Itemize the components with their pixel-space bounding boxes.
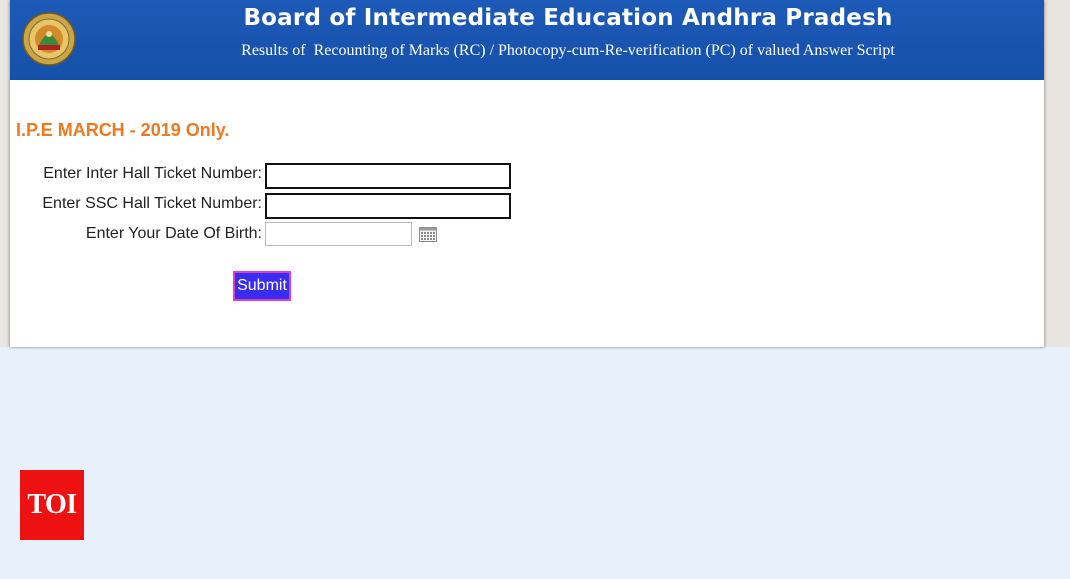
- inter-hall-ticket-label: Enter Inter Hall Ticket Number:: [43, 165, 262, 182]
- inter-hall-ticket-input[interactable]: [265, 163, 511, 189]
- toi-watermark-logo: TOI: [20, 470, 84, 540]
- emblem-logo-icon: [22, 12, 76, 66]
- submit-button[interactable]: Submit: [233, 271, 291, 301]
- header-title: Board of Intermediate Education Andhra P…: [243, 5, 893, 31]
- exam-title: I.P.E MARCH - 2019 Only.: [16, 120, 230, 140]
- dob-input[interactable]: [265, 222, 412, 246]
- content-card: Board of Intermediate Education Andhra P…: [10, 0, 1044, 347]
- dob-label: Enter Your Date Of Birth:: [85, 225, 262, 242]
- ssc-hall-ticket-label: Enter SSC Hall Ticket Number:: [42, 195, 262, 212]
- header-banner: Board of Intermediate Education Andhra P…: [10, 0, 1044, 80]
- ssc-hall-ticket-input[interactable]: [265, 193, 511, 219]
- header-subtitle: Results of Recounting of Marks (RC) / Ph…: [241, 42, 895, 59]
- calendar-icon[interactable]: [419, 227, 437, 242]
